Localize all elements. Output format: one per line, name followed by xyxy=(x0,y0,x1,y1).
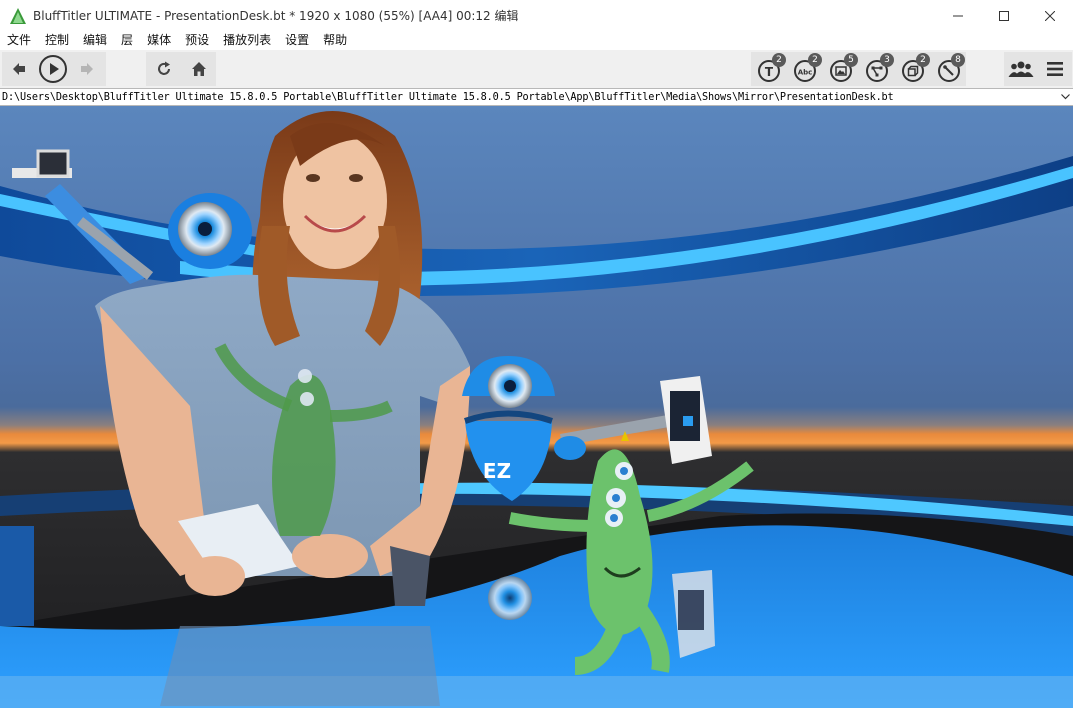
text-layer-button[interactable]: T 2 xyxy=(751,52,787,86)
menu-help[interactable]: 帮助 xyxy=(316,31,354,50)
chevron-down-icon xyxy=(1060,94,1070,100)
app-name: BluffTitler ULTIMATE xyxy=(33,9,153,23)
home-icon xyxy=(191,62,206,76)
users-button[interactable] xyxy=(1004,52,1038,86)
menu-playlist[interactable]: 播放列表 xyxy=(216,31,278,50)
nav-group xyxy=(146,52,216,86)
minimize-button[interactable] xyxy=(935,0,981,31)
menu-control[interactable]: 控制 xyxy=(38,31,76,50)
users-icon xyxy=(1008,61,1034,77)
forward-button[interactable] xyxy=(70,52,104,86)
file-path-text: D:\Users\Desktop\BluffTitler Ultimate 15… xyxy=(2,91,894,103)
tools-layer-count: 8 xyxy=(951,53,965,67)
nodes-layer-count: 3 xyxy=(880,53,894,67)
refresh-icon xyxy=(157,61,170,75)
right-group xyxy=(1004,52,1072,86)
menu-bar: 文件 控制 编辑 层 媒体 预设 播放列表 设置 帮助 xyxy=(0,31,1073,50)
menu-presets[interactable]: 预设 xyxy=(178,31,216,50)
menu-edit[interactable]: 编辑 xyxy=(76,31,114,50)
playback-group xyxy=(2,52,106,86)
picture-layer-count: 5 xyxy=(844,53,858,67)
rewind-button[interactable] xyxy=(2,52,36,86)
maximize-icon xyxy=(999,10,1009,21)
nodes-layer-button[interactable]: 3 xyxy=(859,52,895,86)
scene-render: EZ xyxy=(0,106,1073,708)
title-bar: BluffTitler ULTIMATE - PresentationDesk.… xyxy=(0,0,1073,31)
play-button[interactable] xyxy=(36,52,70,86)
abc-layer-count: 2 xyxy=(808,53,822,67)
cube-layer-button[interactable]: 2 xyxy=(895,52,931,86)
cube-layer-count: 2 xyxy=(916,53,930,67)
minimize-icon xyxy=(953,15,963,16)
layer-group: T 2 Abc 2 5 3 2 8 xyxy=(751,52,966,86)
abc-layer-button[interactable]: Abc 2 xyxy=(787,52,823,86)
text-layer-count: 2 xyxy=(772,53,786,67)
file-path-combo[interactable]: D:\Users\Desktop\BluffTitler Ultimate 15… xyxy=(0,88,1073,106)
hamburger-menu-button[interactable] xyxy=(1038,52,1072,86)
close-button[interactable] xyxy=(1027,0,1073,31)
arrow-right-icon xyxy=(81,63,93,75)
hamburger-icon xyxy=(1047,62,1063,76)
path-dropdown-button[interactable] xyxy=(1057,89,1073,105)
robot-ez-label: EZ xyxy=(483,459,511,483)
refresh-button[interactable] xyxy=(146,52,181,86)
svg-text:Abc: Abc xyxy=(798,69,813,77)
home-button[interactable] xyxy=(181,52,216,86)
toolbar: T 2 Abc 2 5 3 2 8 xyxy=(0,50,1073,88)
menu-settings[interactable]: 设置 xyxy=(278,31,316,50)
picture-layer-button[interactable]: 5 xyxy=(823,52,859,86)
menu-layer[interactable]: 层 xyxy=(114,31,140,50)
svg-text:T: T xyxy=(765,65,774,79)
menu-file[interactable]: 文件 xyxy=(0,31,38,50)
tools-layer-button[interactable]: 8 xyxy=(931,52,966,86)
play-icon xyxy=(39,55,67,83)
app-logo-icon xyxy=(10,7,26,24)
document-info: - PresentationDesk.bt * 1920 x 1080 (55%… xyxy=(152,9,519,23)
preview-viewport[interactable]: EZ xyxy=(0,106,1073,708)
window-title: BluffTitler ULTIMATE - PresentationDesk.… xyxy=(33,7,519,24)
arrow-left-icon xyxy=(13,63,25,75)
close-icon xyxy=(1045,10,1055,21)
menu-media[interactable]: 媒体 xyxy=(140,31,178,50)
maximize-button[interactable] xyxy=(981,0,1027,31)
